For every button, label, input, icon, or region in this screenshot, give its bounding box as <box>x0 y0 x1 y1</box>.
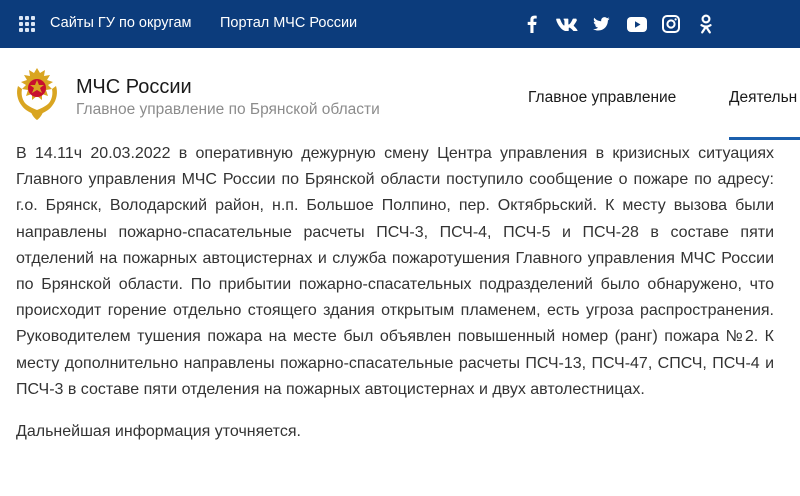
odnoklassniki-icon[interactable] <box>699 14 713 34</box>
nav-active-indicator <box>729 137 800 140</box>
vk-icon[interactable] <box>555 14 579 34</box>
top-bar: Сайты ГУ по округам Портал МЧС России <box>0 0 800 48</box>
mchs-portal-link[interactable]: Портал МЧС России <box>220 15 357 31</box>
nav-activity[interactable]: Деятельн <box>729 89 797 107</box>
facebook-icon[interactable] <box>524 14 540 34</box>
twitter-icon[interactable] <box>592 14 610 34</box>
youtube-icon[interactable] <box>626 14 648 34</box>
instagram-icon[interactable] <box>661 14 681 34</box>
mchs-emblem-icon[interactable] <box>12 64 62 124</box>
article-body: В 14.11ч 20.03.2022 в оперативную дежурн… <box>16 141 774 445</box>
article-paragraph: В 14.11ч 20.03.2022 в оперативную дежурн… <box>16 145 774 398</box>
nav-main-directorate[interactable]: Главное управление <box>528 89 676 107</box>
article-paragraph: Дальнейшая информация уточняется. <box>16 423 301 441</box>
site-header: МЧС России Главное управление по Брянско… <box>0 48 800 140</box>
grid-menu-icon[interactable] <box>19 16 35 32</box>
org-subtitle: Главное управление по Брянской области <box>76 101 380 118</box>
regional-sites-link[interactable]: Сайты ГУ по округам <box>50 15 192 31</box>
org-title[interactable]: МЧС России <box>76 76 192 99</box>
